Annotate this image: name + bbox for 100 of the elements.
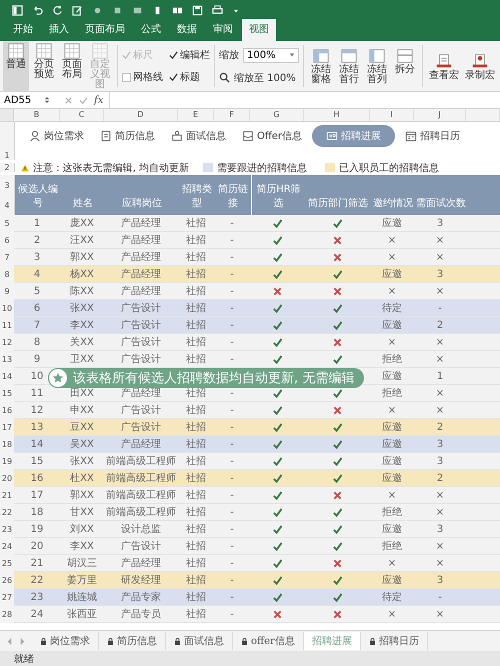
table-cell-text: 社招 <box>186 438 206 451</box>
column-header[interactable]: J <box>414 109 466 121</box>
ribbon-tab[interactable]: 数据 <box>170 19 204 41</box>
row-number[interactable]: 11 <box>0 317 15 334</box>
table-cell-text: 社招 <box>186 387 206 400</box>
column-header[interactable]: E <box>178 109 214 121</box>
column-header[interactable]: G <box>250 109 304 121</box>
freeze-button[interactable]: 冻结首行 <box>336 45 362 87</box>
table-cell-text: 社招 <box>186 556 206 570</box>
column-header[interactable]: F <box>214 109 250 121</box>
row-number[interactable]: 24 <box>0 538 15 555</box>
macro-button[interactable]: 查看宏 <box>427 50 461 82</box>
row-number[interactable]: 2 <box>0 163 15 172</box>
row-number[interactable]: 8 <box>0 266 15 283</box>
row-number[interactable]: 5 <box>0 215 15 232</box>
row-number[interactable]: 14 <box>0 368 15 385</box>
table-cell: - <box>230 422 234 432</box>
row-number[interactable]: 9 <box>0 283 15 300</box>
row-number[interactable]: 21 <box>0 487 15 504</box>
row-number[interactable]: 28 <box>0 606 15 623</box>
view-button[interactable]: 普通 <box>3 41 29 91</box>
table-cell: × <box>436 540 444 552</box>
ribbon-tab[interactable]: 插入 <box>42 19 76 41</box>
row-number[interactable]: 25 <box>0 555 15 572</box>
freeze-button[interactable]: 拆分 <box>392 45 418 87</box>
table-cell-text: 产品经理 <box>121 250 161 264</box>
table-cell-text: 社招 <box>186 234 206 247</box>
ribbon-tab[interactable]: 开始 <box>6 19 40 41</box>
row-number[interactable]: 26 <box>0 572 15 589</box>
column-title: 简历HR筛选 <box>255 183 302 210</box>
view-button[interactable]: 页面布局 <box>59 41 85 91</box>
row-number[interactable]: 27 <box>0 589 15 606</box>
checkbox[interactable]: 编辑栏 <box>169 48 210 62</box>
nav-button[interactable]: 招聘日历 <box>399 125 466 147</box>
row-number[interactable]: 15 <box>0 385 15 402</box>
zoom-to-button[interactable]: 缩放至 100% <box>234 70 296 84</box>
table-cell: - <box>230 490 234 500</box>
check-icon[interactable] <box>79 96 88 104</box>
print-icon[interactable] <box>212 4 223 16</box>
checkbox[interactable]: 标题 <box>169 70 210 84</box>
row-number[interactable]: 10 <box>0 300 15 317</box>
table-cell-text: 应邀 <box>382 420 402 434</box>
row-number[interactable]: 18 <box>0 436 15 453</box>
column-header[interactable]: D <box>104 109 178 121</box>
name-box[interactable]: AD55 <box>4 94 38 106</box>
table-cell-text: 应邀 <box>382 370 402 383</box>
sheet-tab[interactable]: 简历信息 <box>99 632 166 650</box>
nav-button[interactable]: 面试信息 <box>165 125 232 147</box>
nav-button[interactable]: 简历信息 <box>94 125 161 147</box>
row-number[interactable]: 22 <box>0 504 15 521</box>
table-cell: 4 <box>34 268 40 280</box>
nav-button[interactable]: Offer信息 <box>236 125 308 147</box>
row-number[interactable]: 19 <box>0 453 15 470</box>
stepper-icon[interactable] <box>44 95 50 105</box>
save-icon[interactable] <box>192 4 203 16</box>
notice-text: 注意 : 这张表无需编辑, 均自动更新 <box>33 162 190 174</box>
sheet-tab[interactable]: 面试信息 <box>166 632 233 650</box>
table-cell-text: 刘XX <box>70 522 94 536</box>
column-header[interactable]: B <box>14 109 60 121</box>
column-header[interactable]: I <box>370 109 414 121</box>
view-button[interactable]: 分页预览 <box>31 41 57 91</box>
table-cell-text: 甘XX <box>70 506 94 519</box>
row-number[interactable]: 1 <box>0 150 15 160</box>
ribbon-tab[interactable]: 公式 <box>134 19 168 41</box>
freeze-button[interactable]: 冻结窗格 <box>308 45 334 87</box>
function-button[interactable]: fx <box>94 94 104 106</box>
sidebar-icon[interactable] <box>12 4 23 16</box>
freeze-button[interactable]: 冻结首列 <box>364 45 390 87</box>
edit-icon[interactable] <box>72 4 83 16</box>
row-number[interactable]: 7 <box>0 249 15 266</box>
row-number[interactable]: 23 <box>0 521 15 538</box>
ribbon-tab[interactable]: 页面布局 <box>78 19 132 41</box>
table-cell-text: 张XX <box>70 454 94 468</box>
table-cell-text: 前端高级工程师 <box>106 488 176 502</box>
lock-icon <box>368 636 376 646</box>
table-cell: - <box>230 286 234 296</box>
sheet-tab[interactable]: 招聘日历 <box>360 632 428 650</box>
row-number[interactable]: 16 <box>0 402 15 419</box>
table-cell: - <box>230 472 234 484</box>
lock-icon <box>241 636 248 646</box>
zoom-dropdown[interactable]: 100% <box>243 48 299 62</box>
row-number[interactable]: 3 <box>0 175 15 195</box>
nav-button[interactable]: 岗位需求 <box>23 125 90 147</box>
row-number[interactable]: 12 <box>0 334 15 351</box>
ribbon-tab[interactable]: 视图 <box>242 19 276 41</box>
row-number[interactable]: 20 <box>0 470 15 487</box>
checkbox[interactable]: 网格线 <box>122 70 163 84</box>
redo-icon[interactable] <box>52 4 63 16</box>
ribbon-tab[interactable]: 审阅 <box>206 19 240 41</box>
undo-icon[interactable] <box>32 4 43 16</box>
column-header[interactable]: H <box>304 109 370 121</box>
macro-button[interactable]: 录制宏 <box>463 50 497 82</box>
row-number[interactable]: 13 <box>0 351 15 368</box>
sheet-tab[interactable]: 岗位需求 <box>32 632 99 650</box>
row-number[interactable]: 4 <box>0 195 15 215</box>
table-cell: 16 <box>30 472 44 484</box>
row-number[interactable]: 6 <box>0 232 15 249</box>
row-number[interactable]: 17 <box>0 419 15 436</box>
column-header[interactable]: C <box>60 109 104 121</box>
table-cell: 15 <box>30 456 44 466</box>
